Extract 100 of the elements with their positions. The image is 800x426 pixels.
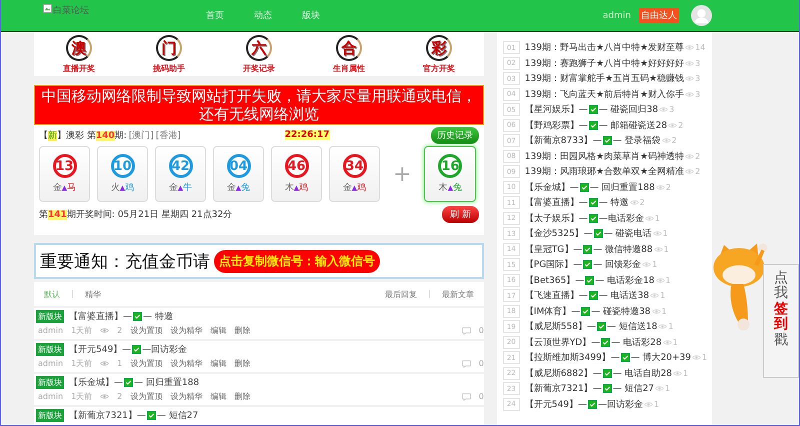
sign-in-text: 点我 bbox=[774, 271, 788, 302]
shortcut-label[interactable]: 直播开奖 bbox=[62, 63, 95, 74]
post-action-link[interactable]: 设为置顶 bbox=[130, 325, 162, 336]
number-ball: 34 bbox=[342, 154, 366, 178]
sidebar-link[interactable]: 【云顶世界YD】— bbox=[524, 336, 600, 349]
plus-sign: + bbox=[393, 162, 412, 186]
sidebar-link[interactable]: — 碰瓷回归38 bbox=[598, 103, 658, 116]
sort-link[interactable]: 最新文章 bbox=[442, 288, 474, 300]
post-title[interactable]: 【富婆直播】— bbox=[69, 310, 132, 323]
eye-icon bbox=[652, 230, 662, 238]
shortcut-label[interactable]: 官方开奖 bbox=[422, 63, 455, 74]
sidebar-link[interactable]: 139期：赛跑狮子★八肖中特★好好好好 bbox=[524, 56, 684, 70]
tab[interactable]: 精华 bbox=[85, 288, 101, 300]
view-count: 1 bbox=[654, 214, 660, 223]
sidebar-link[interactable]: 【PG国际】— bbox=[524, 258, 582, 272]
view-count: 2 bbox=[117, 392, 122, 401]
sidebar-link[interactable]: 【金沙5325】— bbox=[524, 227, 593, 240]
post-title[interactable]: — 回归重置188 bbox=[134, 376, 200, 389]
view-count: 2 bbox=[640, 198, 645, 208]
sidebar-link[interactable]: —回访彩金 bbox=[598, 398, 643, 411]
sidebar-link[interactable]: 139期：田园风格★肉菜草肖★码神透特 bbox=[524, 150, 684, 163]
post-action-link[interactable]: 设为精华 bbox=[170, 358, 202, 369]
logo-alt-text: 白菜论坛 bbox=[53, 4, 89, 17]
sidebar-link[interactable]: — 电话自助28 bbox=[612, 366, 672, 380]
post-title[interactable]: 【新葡京7321】— bbox=[69, 409, 146, 422]
eye-icon bbox=[655, 385, 664, 392]
comment-icon bbox=[462, 392, 471, 400]
sidebar-link[interactable]: — 短信送18 bbox=[606, 320, 658, 334]
medal-icon[interactable]: 澳 bbox=[66, 35, 92, 61]
sidebar-link[interactable]: — 碰瓷电话 bbox=[604, 227, 652, 240]
avatar-icon[interactable] bbox=[691, 5, 712, 26]
sidebar-link[interactable]: — 回馈彩金 bbox=[593, 258, 642, 272]
sidebar-link[interactable]: 【皇冠TG】— bbox=[524, 242, 582, 256]
medal-icon[interactable]: 六 bbox=[246, 35, 272, 61]
post-action-link[interactable]: 设为置顶 bbox=[130, 358, 162, 369]
sidebar-link[interactable]: 【星河娱乐】— bbox=[524, 103, 588, 116]
sidebar-link[interactable]: — 特邀 bbox=[598, 196, 629, 210]
sidebar-link[interactable]: —电话彩金 bbox=[598, 212, 644, 225]
medal-icon[interactable]: 门 bbox=[156, 35, 182, 61]
forum-tag: 新版块 bbox=[36, 310, 64, 323]
post-action-link[interactable]: 删除 bbox=[234, 358, 250, 369]
view-count: 3 bbox=[695, 90, 700, 99]
post-title[interactable]: 【开元549】— bbox=[69, 343, 132, 356]
sidebar-link[interactable]: — 微信特邀88 bbox=[593, 242, 653, 256]
sidebar-link[interactable]: 【富婆直播】— bbox=[524, 196, 588, 210]
shortcut-label[interactable]: 开奖记录 bbox=[242, 63, 275, 74]
shortcut-label[interactable]: 生肖属性 bbox=[332, 63, 365, 74]
post-action-link[interactable]: 设为精华 bbox=[170, 325, 202, 336]
sidebar-link[interactable]: 139期：风雨琅琊★合数单双★全网精准 bbox=[524, 165, 684, 178]
checkmark-icon bbox=[585, 276, 594, 285]
post-action-link[interactable]: 编辑 bbox=[210, 358, 226, 369]
sidebar-link[interactable]: — 邮箱碰瓷送28 bbox=[598, 118, 668, 132]
sidebar-link[interactable]: 【开元549】— bbox=[524, 398, 587, 411]
post-action-link[interactable]: 编辑 bbox=[210, 325, 226, 336]
post-action-link[interactable]: 编辑 bbox=[210, 391, 226, 402]
sidebar-link[interactable]: 【威尼斯558】— bbox=[524, 320, 596, 334]
checkmark-icon bbox=[601, 338, 610, 347]
post-title[interactable]: 【乐金城】— bbox=[69, 376, 123, 389]
sidebar-link[interactable]: 【拉斯维加斯3499】— bbox=[524, 351, 620, 364]
sidebar-link[interactable]: — 短信27 bbox=[612, 382, 654, 396]
sidebar-link[interactable]: — 博大20+39 bbox=[630, 351, 692, 364]
sign-in-text: 戳 bbox=[774, 332, 788, 348]
view-count: 3 bbox=[695, 74, 700, 84]
medal-icon[interactable]: 合 bbox=[336, 35, 362, 61]
sidebar-link[interactable]: 【新葡京7321】— bbox=[524, 382, 602, 396]
post-action-link[interactable]: 删除 bbox=[234, 391, 250, 402]
sidebar-link[interactable]: — 碰瓷特邀38 bbox=[591, 304, 651, 318]
sidebar-link[interactable]: 【新葡京8733】— bbox=[524, 134, 602, 148]
post-action-link[interactable]: 设为置顶 bbox=[130, 391, 162, 402]
sidebar-link[interactable]: 139期：野马出击★八肖中特★发财至尊 bbox=[524, 41, 684, 54]
sidebar-link[interactable]: 【IM体育】— bbox=[524, 304, 580, 318]
sign-in-card[interactable]: 点我 签到 戳 bbox=[763, 264, 799, 378]
post-title[interactable]: — 短信27 bbox=[156, 409, 198, 422]
shortcut-label[interactable]: 挑码助手 bbox=[152, 63, 185, 74]
sidebar-link[interactable]: — 电话彩28 bbox=[611, 336, 662, 349]
sidebar-link[interactable]: 【Bet365】— bbox=[524, 274, 584, 287]
post-action-link[interactable]: 删除 bbox=[234, 325, 250, 336]
sidebar-link[interactable]: — 回归重置188 bbox=[590, 180, 655, 194]
region-link[interactable]: [澳门] bbox=[128, 128, 154, 142]
sidebar-link[interactable]: 【野鸡彩票】— bbox=[524, 118, 588, 132]
view-count: 1 bbox=[662, 229, 668, 238]
sidebar-link[interactable]: — 电话送38 bbox=[598, 289, 650, 302]
refresh-button[interactable]: 刷 新 bbox=[442, 206, 479, 223]
sidebar-link[interactable]: — 电话彩金18 bbox=[595, 274, 655, 287]
sidebar-link[interactable]: 【太子娱乐】— bbox=[524, 212, 588, 225]
region-link[interactable]: [香港] bbox=[156, 128, 181, 142]
sidebar-link[interactable]: 139期：飞向蓝天★前后特肖★财入你手 bbox=[524, 88, 684, 101]
sort-link[interactable]: 最后回复 bbox=[384, 288, 417, 300]
sidebar-link[interactable]: — 登录福袋 bbox=[612, 134, 661, 148]
sidebar-link[interactable]: 【威尼斯6882】— bbox=[524, 366, 602, 380]
medal-icon[interactable]: 彩 bbox=[426, 35, 452, 61]
sidebar-link[interactable]: 【乐金城】— bbox=[524, 180, 579, 194]
forum-tag: 新版块 bbox=[36, 343, 64, 356]
post-title[interactable]: — 特邀 bbox=[143, 310, 173, 323]
sidebar-link[interactable]: 【飞速直播】— bbox=[524, 289, 588, 302]
post-action-link[interactable]: 设为精华 bbox=[170, 391, 202, 402]
view-count: 3 bbox=[669, 105, 674, 114]
post-title[interactable]: —回访彩金 bbox=[142, 343, 188, 356]
sidebar-link[interactable]: 139期：财富掌舵手★五肖五码★稳赚钱 bbox=[524, 72, 684, 86]
comment-count: 0 bbox=[478, 392, 484, 401]
